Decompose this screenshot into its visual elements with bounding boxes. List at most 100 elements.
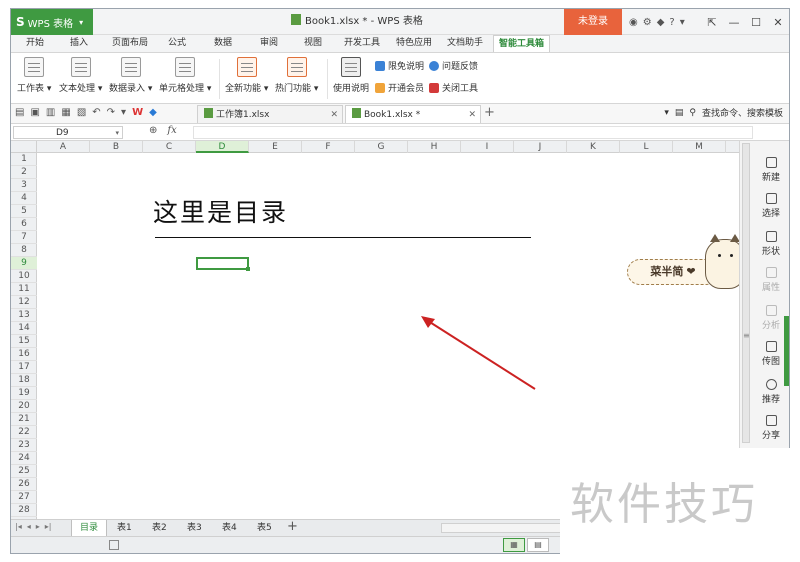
panel-item-upload-image[interactable]: 传图	[756, 341, 786, 367]
panel-item-recommend[interactable]: 推荐	[756, 379, 786, 405]
open-folder-icon[interactable]: ▤	[15, 107, 24, 118]
last-sheet-icon[interactable]: ▸|	[45, 522, 52, 531]
panel-item-properties[interactable]: 属性	[756, 267, 786, 293]
row-header[interactable]: 26	[11, 478, 37, 491]
text-processing-button[interactable]: 文本处理 ▾	[59, 57, 102, 94]
horizontal-scrollbar[interactable]	[441, 523, 561, 533]
layout-icon[interactable]: ▤	[675, 108, 684, 118]
panel-item-share[interactable]: 分享	[756, 415, 786, 441]
column-header[interactable]: M	[673, 141, 726, 153]
normal-view-button[interactable]: ▦	[503, 538, 525, 552]
export-icon[interactable]: ▥	[46, 107, 55, 118]
sheet-tab-2[interactable]: 表2	[144, 520, 175, 537]
column-header[interactable]: I	[461, 141, 514, 153]
tab-doc-assistant[interactable]: 文档助手	[442, 35, 488, 52]
first-sheet-icon[interactable]: |◂	[15, 522, 22, 531]
close-tab-icon[interactable]: ✕	[468, 106, 476, 124]
customize-dropdown-icon[interactable]: ▾	[121, 107, 126, 118]
tab-page-layout[interactable]: 页面布局	[107, 35, 153, 52]
add-sheet-button[interactable]: +	[287, 519, 298, 534]
chevron-down-icon[interactable]: ▾	[115, 127, 119, 139]
column-header[interactable]: A	[37, 141, 90, 153]
row-header[interactable]: 7	[11, 231, 37, 244]
sheet-tab-5[interactable]: 表5	[249, 520, 280, 537]
row-header[interactable]: 25	[11, 465, 37, 478]
row-header[interactable]: 2	[11, 166, 37, 179]
column-header[interactable]: C	[143, 141, 196, 153]
panel-item-shape[interactable]: 形状	[756, 231, 786, 257]
sheet-tab-toc[interactable]: 目录	[71, 520, 108, 537]
panel-item-analysis[interactable]: 分析	[756, 305, 786, 331]
tab-smart-toolbox[interactable]: 智能工具箱	[493, 35, 551, 52]
row-header[interactable]: 16	[11, 348, 37, 361]
selected-cell[interactable]	[196, 257, 250, 271]
tab-view[interactable]: 视图	[299, 35, 327, 52]
panel-item-select[interactable]: 选择	[756, 193, 786, 219]
row-header[interactable]: 24	[11, 452, 37, 465]
close-button[interactable]: ✕	[767, 16, 789, 29]
pin-icon[interactable]: ⇱	[701, 16, 723, 29]
login-button[interactable]: 未登录	[564, 9, 622, 35]
row-header[interactable]: 19	[11, 387, 37, 400]
name-box[interactable]: D9 ▾	[13, 126, 123, 139]
tab-insert[interactable]: 插入	[65, 35, 93, 52]
print-icon[interactable]: ▦	[61, 107, 70, 118]
row-header[interactable]: 23	[11, 439, 37, 452]
free-limit-info-button[interactable]: 限免说明	[375, 59, 424, 72]
new-tab-button[interactable]: +	[484, 104, 495, 122]
row-header[interactable]: 27	[11, 491, 37, 504]
row-header[interactable]: 10	[11, 270, 37, 283]
column-header[interactable]: G	[355, 141, 408, 153]
fx-icon[interactable]: fx	[167, 125, 176, 136]
row-header[interactable]: 6	[11, 218, 37, 231]
column-header[interactable]: L	[620, 141, 673, 153]
row-header[interactable]: 13	[11, 309, 37, 322]
column-header[interactable]: F	[302, 141, 355, 153]
hot-features-button[interactable]: 热门功能 ▾	[275, 57, 318, 94]
sheet-tab-4[interactable]: 表4	[214, 520, 245, 537]
select-all-corner[interactable]	[11, 141, 37, 153]
data-entry-button[interactable]: 数据录入 ▾	[109, 57, 152, 94]
column-header[interactable]: E	[249, 141, 302, 153]
zoom-icon[interactable]: ⊕	[149, 125, 157, 136]
skin-icon[interactable]: ◉	[629, 17, 638, 28]
wps-logo-icon[interactable]: W	[132, 107, 143, 118]
tab-developer[interactable]: 开发工具	[339, 35, 385, 52]
row-header[interactable]: 20	[11, 400, 37, 413]
row-header[interactable]: 4	[11, 192, 37, 205]
wps-menu-button[interactable]: S WPS 表格 ▾	[11, 9, 93, 35]
row-header[interactable]: 15	[11, 335, 37, 348]
worksheet-button[interactable]: 工作表 ▾	[17, 57, 51, 94]
row-header[interactable]: 5	[11, 205, 37, 218]
tab-formulas[interactable]: 公式	[163, 35, 191, 52]
sheet-tab-3[interactable]: 表3	[179, 520, 210, 537]
vertical-scrollbar[interactable]	[742, 143, 750, 443]
next-sheet-icon[interactable]: ▸	[36, 522, 40, 531]
save-icon[interactable]: ▣	[30, 107, 39, 118]
undo-icon[interactable]: ↶	[92, 107, 100, 118]
column-header[interactable]: H	[408, 141, 461, 153]
row-header[interactable]: 12	[11, 296, 37, 309]
settings-icon[interactable]: ⚙	[643, 17, 652, 28]
row-header[interactable]: 9	[11, 257, 37, 270]
panel-item-new[interactable]: 新建	[756, 157, 786, 183]
row-header[interactable]: 21	[11, 413, 37, 426]
usage-guide-button[interactable]: 使用说明	[333, 57, 369, 94]
redo-icon[interactable]: ↷	[107, 107, 115, 118]
row-header[interactable]: 11	[11, 283, 37, 296]
panel-grip-icon[interactable]: ≡	[743, 331, 750, 340]
doc-tab-book1[interactable]: Book1.xlsx * ✕	[345, 105, 481, 123]
row-header[interactable]: 17	[11, 361, 37, 374]
feedback-button[interactable]: 问题反馈	[429, 59, 478, 72]
tab-special-apps[interactable]: 特色应用	[391, 35, 437, 52]
close-tool-button[interactable]: 关闭工具	[429, 81, 478, 94]
column-header[interactable]: B	[90, 141, 143, 153]
cube-icon[interactable]: ◆	[149, 107, 157, 118]
shirt-icon[interactable]: ◆	[657, 17, 665, 28]
tab-home[interactable]: 开始	[21, 35, 49, 52]
row-header[interactable]: 22	[11, 426, 37, 439]
row-header[interactable]: 14	[11, 322, 37, 335]
formula-input[interactable]	[193, 126, 753, 139]
pin-icon[interactable]: ▾	[664, 108, 669, 118]
column-header[interactable]: K	[567, 141, 620, 153]
